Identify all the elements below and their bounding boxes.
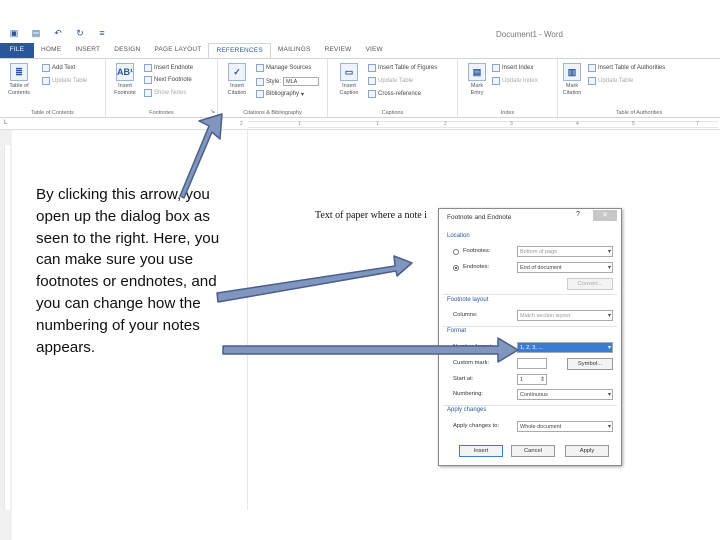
arrow-to-number-format [222,337,519,363]
annotation-arrows [179,113,519,363]
arrow-to-endnotes [216,255,413,303]
arrow-to-launcher [179,113,223,199]
